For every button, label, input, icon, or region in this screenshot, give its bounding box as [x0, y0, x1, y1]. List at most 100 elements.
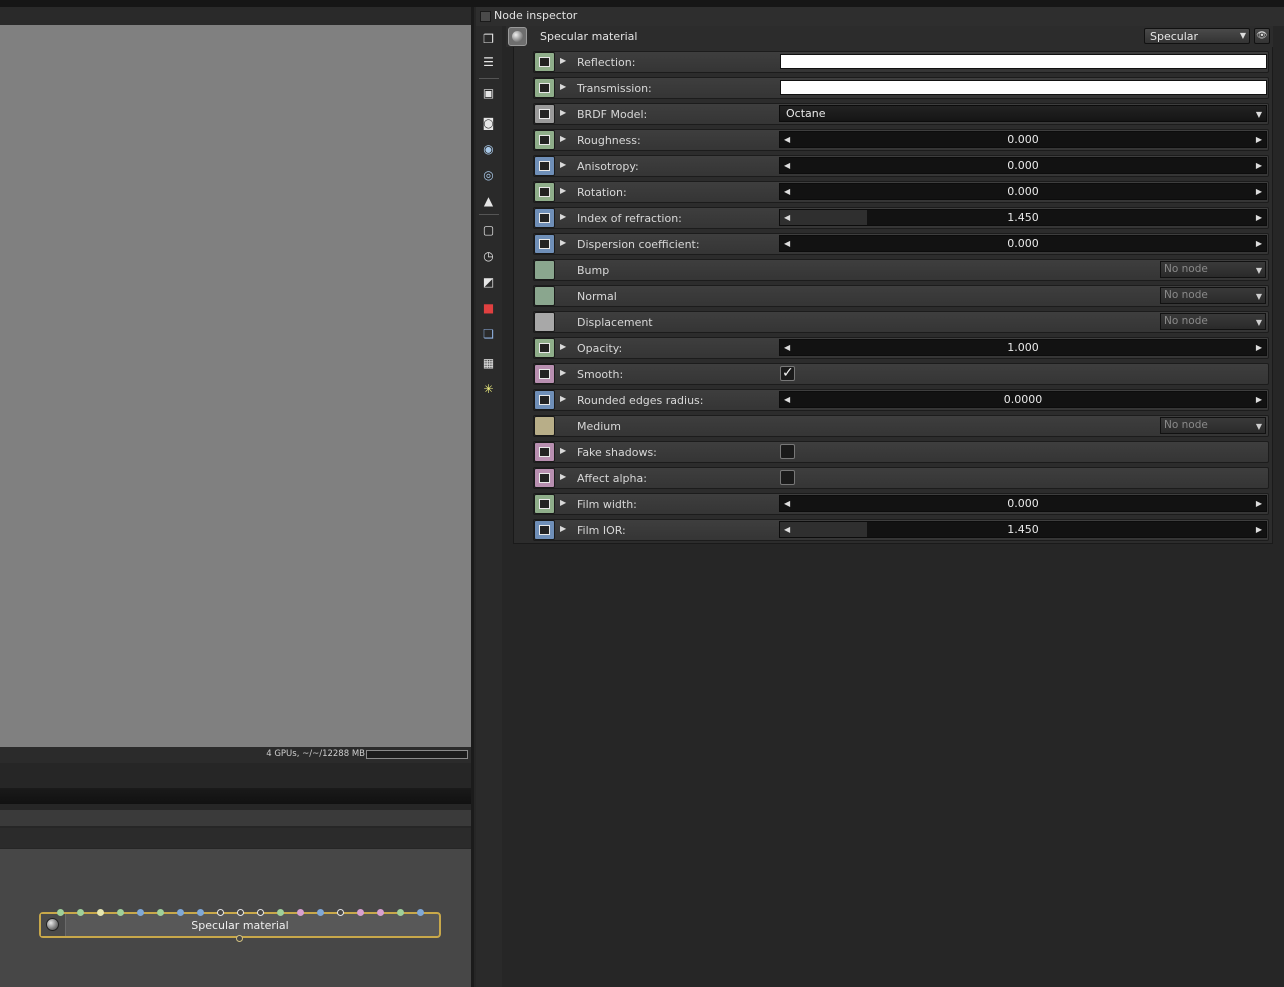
expand-arrow-icon[interactable]: ▶: [560, 160, 566, 169]
value-slider[interactable]: ◀ 0.000 ▶: [779, 235, 1267, 252]
param-pin-icon[interactable]: [534, 78, 555, 98]
graph-node-input-pin[interactable]: [417, 909, 424, 916]
expand-arrow-icon[interactable]: ▶: [560, 394, 566, 403]
value-slider[interactable]: ◀ 0.000 ▶: [779, 131, 1267, 148]
sun-icon[interactable]: ✳: [481, 381, 496, 396]
expand-arrow-icon[interactable]: ▶: [560, 186, 566, 195]
expand-arrow-icon[interactable]: ▶: [560, 238, 566, 247]
expand-arrow-icon[interactable]: ▶: [560, 498, 566, 507]
graph-node-input-pin[interactable]: [97, 909, 104, 916]
graph-node-input-pin[interactable]: [377, 909, 384, 916]
value-slider[interactable]: ◀ 0.000 ▶: [779, 157, 1267, 174]
shapes-icon[interactable]: ▲: [481, 193, 496, 208]
param-checkbox[interactable]: [780, 470, 795, 485]
increment-arrow-icon[interactable]: ▶: [1256, 161, 1262, 170]
increment-arrow-icon[interactable]: ▶: [1256, 499, 1262, 508]
expand-arrow-icon[interactable]: ▶: [560, 134, 566, 143]
frame-icon[interactable]: ▢: [481, 222, 496, 237]
graph-node-input-pin[interactable]: [357, 909, 364, 916]
list-lines-icon[interactable]: ☰: [481, 54, 496, 69]
image-icon[interactable]: ▣: [481, 85, 496, 100]
database-icon[interactable]: ◉: [481, 141, 496, 156]
graph-node-input-pin[interactable]: [77, 909, 84, 916]
increment-arrow-icon[interactable]: ▶: [1256, 213, 1262, 222]
param-checkbox[interactable]: ✓: [780, 365, 795, 381]
param-pin-icon[interactable]: [534, 260, 555, 280]
graph-node-input-pin[interactable]: [317, 909, 324, 916]
camera-icon[interactable]: ◙: [481, 115, 496, 130]
stacked-windows-icon[interactable]: ❐: [481, 31, 496, 46]
node-link-dropdown[interactable]: No node ▼: [1160, 417, 1266, 434]
graph-node-input-pin[interactable]: [257, 909, 264, 916]
param-pin-icon[interactable]: [534, 520, 555, 540]
param-pin-icon[interactable]: [534, 338, 555, 358]
expand-arrow-icon[interactable]: ▶: [560, 472, 566, 481]
node-link-dropdown[interactable]: No node ▼: [1160, 313, 1266, 330]
graph-node-input-pin[interactable]: [57, 909, 64, 916]
material-type-dropdown[interactable]: Specular ▼: [1144, 28, 1250, 44]
node-inspector-dock-checkbox[interactable]: [480, 11, 491, 22]
increment-arrow-icon[interactable]: ▶: [1256, 135, 1262, 144]
panel-splitter[interactable]: [0, 788, 471, 804]
graph-node-input-pin[interactable]: [177, 909, 184, 916]
param-pin-icon[interactable]: [534, 104, 555, 124]
expand-arrow-icon[interactable]: ▶: [560, 212, 566, 221]
graph-node-input-pin[interactable]: [217, 909, 224, 916]
vertical-splitter[interactable]: [471, 7, 474, 987]
expand-arrow-icon[interactable]: ▶: [560, 56, 566, 65]
color-swatch[interactable]: [780, 80, 1267, 95]
increment-arrow-icon[interactable]: ▶: [1256, 187, 1262, 196]
param-pin-icon[interactable]: [534, 494, 555, 514]
picture-frame-icon[interactable]: ▦: [481, 355, 496, 370]
graph-node-input-pin[interactable]: [157, 909, 164, 916]
param-pin-icon[interactable]: [534, 364, 555, 384]
expand-arrow-icon[interactable]: ▶: [560, 446, 566, 455]
node-link-dropdown[interactable]: No node ▼: [1160, 261, 1266, 278]
value-slider[interactable]: ◀ 1.450 ▶: [779, 521, 1267, 538]
param-pin-icon[interactable]: [534, 468, 555, 488]
node-link-dropdown[interactable]: No node ▼: [1160, 287, 1266, 304]
value-slider[interactable]: ◀ 1.450 ▶: [779, 209, 1267, 226]
increment-arrow-icon[interactable]: ▶: [1256, 525, 1262, 534]
increment-arrow-icon[interactable]: ▶: [1256, 343, 1262, 352]
param-pin-icon[interactable]: [534, 130, 555, 150]
param-pin-icon[interactable]: [534, 182, 555, 202]
graph-node-output-pin[interactable]: [236, 935, 243, 942]
param-pin-icon[interactable]: [534, 286, 555, 306]
value-slider[interactable]: ◀ 0.000 ▶: [779, 183, 1267, 200]
value-slider[interactable]: ◀ 1.000 ▶: [779, 339, 1267, 356]
param-pin-icon[interactable]: [534, 52, 555, 72]
material-preview-icon[interactable]: [508, 27, 527, 46]
clock-icon[interactable]: ◷: [481, 248, 496, 263]
graph-node-input-pin[interactable]: [277, 909, 284, 916]
graph-node-input-pin[interactable]: [137, 909, 144, 916]
value-slider[interactable]: ◀ 0.0000 ▶: [779, 391, 1267, 408]
chart-icon[interactable]: ◩: [481, 274, 496, 289]
increment-arrow-icon[interactable]: ▶: [1256, 395, 1262, 404]
increment-arrow-icon[interactable]: ▶: [1256, 239, 1262, 248]
color-swatch[interactable]: [780, 54, 1267, 69]
param-pin-icon[interactable]: [534, 390, 555, 410]
graph-node-input-pin[interactable]: [197, 909, 204, 916]
graph-node-input-pin[interactable]: [297, 909, 304, 916]
graph-node-input-pin[interactable]: [237, 909, 244, 916]
expand-arrow-icon[interactable]: ▶: [560, 82, 566, 91]
param-pin-icon[interactable]: [534, 208, 555, 228]
param-pin-icon[interactable]: [534, 312, 555, 332]
param-pin-icon[interactable]: [534, 234, 555, 254]
brdf-model-dropdown[interactable]: Octane ▼: [779, 105, 1267, 122]
graph-node-input-pin[interactable]: [117, 909, 124, 916]
render-viewport[interactable]: [0, 25, 471, 747]
value-slider[interactable]: ◀ 0.000 ▶: [779, 495, 1267, 512]
param-pin-icon[interactable]: [534, 156, 555, 176]
red-cube-icon[interactable]: ■: [481, 300, 496, 315]
param-pin-icon[interactable]: [534, 416, 555, 436]
expand-arrow-icon[interactable]: ▶: [560, 108, 566, 117]
expand-arrow-icon[interactable]: ▶: [560, 524, 566, 533]
param-checkbox[interactable]: [780, 444, 795, 459]
blue-cubes-icon[interactable]: ❏: [481, 326, 496, 341]
expand-arrow-icon[interactable]: ▶: [560, 368, 566, 377]
graph-node-input-pin[interactable]: [337, 909, 344, 916]
graph-node-input-pin[interactable]: [397, 909, 404, 916]
refresh-disk-icon[interactable]: ◎: [481, 167, 496, 182]
